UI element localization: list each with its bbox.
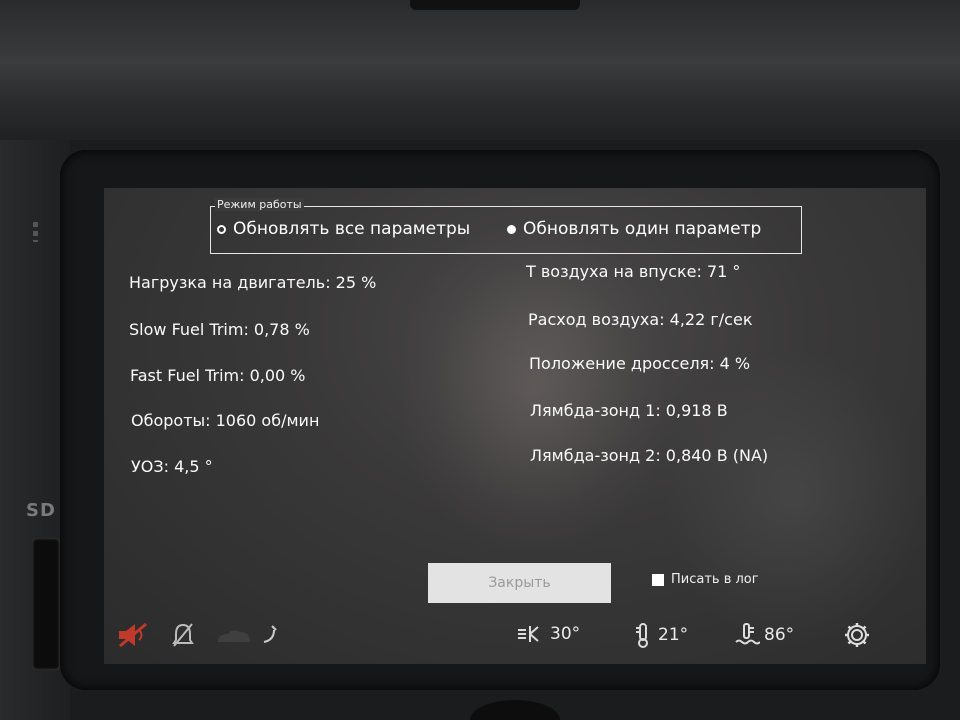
bezel-slot bbox=[410, 0, 580, 10]
horn-icon[interactable] bbox=[260, 622, 280, 646]
fan-temp-value: 30° bbox=[550, 624, 581, 644]
log-checkbox-label: Писать в лог bbox=[671, 572, 759, 587]
radio-update-one-label: Обновлять один параметр bbox=[523, 219, 762, 239]
param-rpm[interactable]: Обороты: 1060 об/мин bbox=[131, 411, 319, 430]
radio-circle-icon bbox=[217, 224, 226, 234]
param-intake-air-temp[interactable]: Т воздуха на впуске: 71 ° bbox=[526, 262, 740, 281]
param-lambda-1[interactable]: Лямбда-зонд 1: 0,918 В bbox=[530, 401, 728, 420]
radio-update-all[interactable]: Обновлять все параметры bbox=[217, 219, 470, 239]
param-lambda-2[interactable]: Лямбда-зонд 2: 0,840 В (NA) bbox=[530, 446, 768, 465]
bottom-knob bbox=[470, 700, 560, 720]
dashboard-bezel-top bbox=[0, 0, 960, 140]
checkbox-box bbox=[652, 573, 664, 586]
screen-reflection-2 bbox=[664, 348, 924, 648]
radio-selected-icon bbox=[507, 224, 516, 234]
status-bar: 30° 21° 86° bbox=[104, 608, 926, 664]
fan-temperature[interactable]: 30° bbox=[516, 622, 580, 646]
bell-off-icon[interactable] bbox=[172, 622, 194, 648]
mute-icon[interactable] bbox=[116, 620, 152, 650]
log-checkbox[interactable]: Писать в лог bbox=[652, 572, 759, 587]
param-ignition-timing[interactable]: УОЗ: 4,5 ° bbox=[131, 457, 213, 476]
param-engine-load[interactable]: Нагрузка на двигатель: 25 % bbox=[129, 273, 376, 292]
cabin-temp-value: 21° bbox=[658, 625, 689, 645]
gear-icon[interactable] bbox=[842, 620, 872, 650]
param-fast-fuel-trim[interactable]: Fast Fuel Trim: 0,00 % bbox=[130, 366, 306, 385]
coolant-icon bbox=[735, 623, 760, 645]
sd-label: SD bbox=[26, 500, 56, 521]
radio-update-one[interactable]: Обновлять один параметр bbox=[507, 219, 761, 239]
param-throttle-position[interactable]: Положение дросселя: 4 % bbox=[529, 354, 750, 373]
cloud-icon bbox=[214, 628, 254, 644]
engine-temperature[interactable]: 86° bbox=[734, 622, 794, 648]
engine-temp-value: 86° bbox=[764, 625, 795, 645]
sd-card-slot bbox=[32, 538, 60, 670]
mode-legend: Режим работы bbox=[215, 198, 304, 211]
fan-icon bbox=[518, 626, 539, 642]
radio-update-all-label: Обновлять все параметры bbox=[233, 219, 471, 239]
thermometer-icon bbox=[636, 623, 648, 648]
param-slow-fuel-trim[interactable]: Slow Fuel Trim: 0,78 % bbox=[129, 320, 310, 339]
head-unit-screen: Режим работы Обновлять все параметры Обн… bbox=[104, 188, 926, 664]
param-air-flow[interactable]: Расход воздуха: 4,22 г/сек bbox=[528, 310, 752, 329]
close-button[interactable]: Закрыть bbox=[428, 563, 611, 603]
bezel-dots bbox=[33, 222, 38, 242]
cabin-temperature[interactable]: 21° bbox=[632, 622, 688, 648]
mode-group: Режим работы Обновлять все параметры Обн… bbox=[210, 198, 802, 254]
